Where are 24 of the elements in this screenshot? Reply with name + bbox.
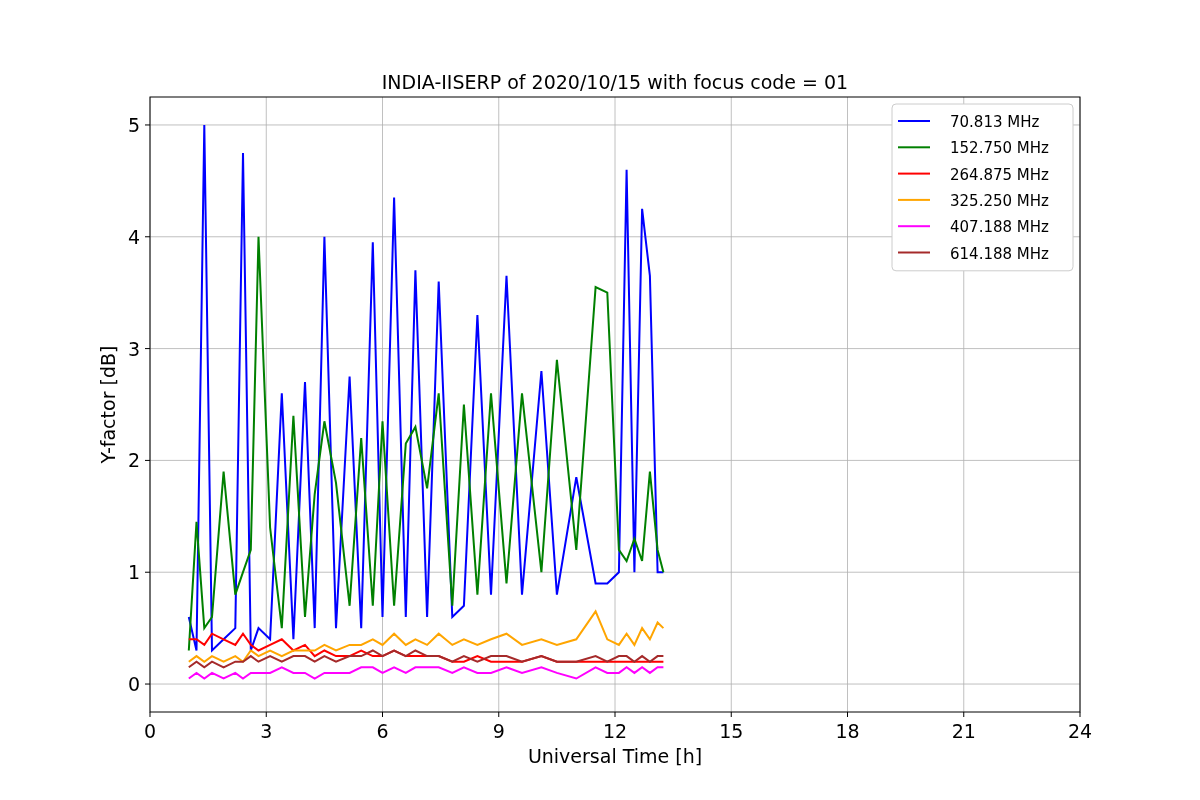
x-tick-label: 0 bbox=[143, 720, 157, 742]
legend-label: 325.250 MHz bbox=[950, 191, 1049, 210]
x-tick-label: 9 bbox=[492, 720, 505, 742]
x-tick-label: 6 bbox=[376, 720, 389, 742]
y-tick-label: 1 bbox=[127, 561, 140, 584]
x-tick-label: 12 bbox=[602, 720, 628, 742]
y-tick-label: 3 bbox=[127, 337, 140, 360]
y-tick-label: 0 bbox=[127, 673, 140, 696]
y-tick-label: 2 bbox=[127, 449, 140, 472]
x-tick-label: 18 bbox=[835, 720, 860, 742]
y-axis-label: Y-factor [dB] bbox=[97, 345, 119, 464]
legend-label: 614.188 MHz bbox=[950, 244, 1049, 263]
y-tick-label: 5 bbox=[127, 113, 140, 136]
y-tick-label: 4 bbox=[127, 225, 140, 248]
legend-label: 152.750 MHz bbox=[950, 139, 1049, 158]
legend-label: 264.875 MHz bbox=[950, 165, 1049, 184]
x-tick-label: 21 bbox=[951, 720, 976, 742]
x-tick-label: 3 bbox=[260, 720, 273, 742]
x-tick-label: 24 bbox=[1067, 720, 1093, 742]
x-tick-label: 15 bbox=[719, 720, 744, 742]
chart-title: INDIA-IISERP of 2020/10/15 with focus code = 01 bbox=[381, 71, 849, 93]
legend-label: 407.188 MHz bbox=[950, 218, 1049, 237]
legend-label: 70.813 MHz bbox=[950, 113, 1040, 131]
x-axis-label: Universal Time [h] bbox=[527, 745, 703, 767]
